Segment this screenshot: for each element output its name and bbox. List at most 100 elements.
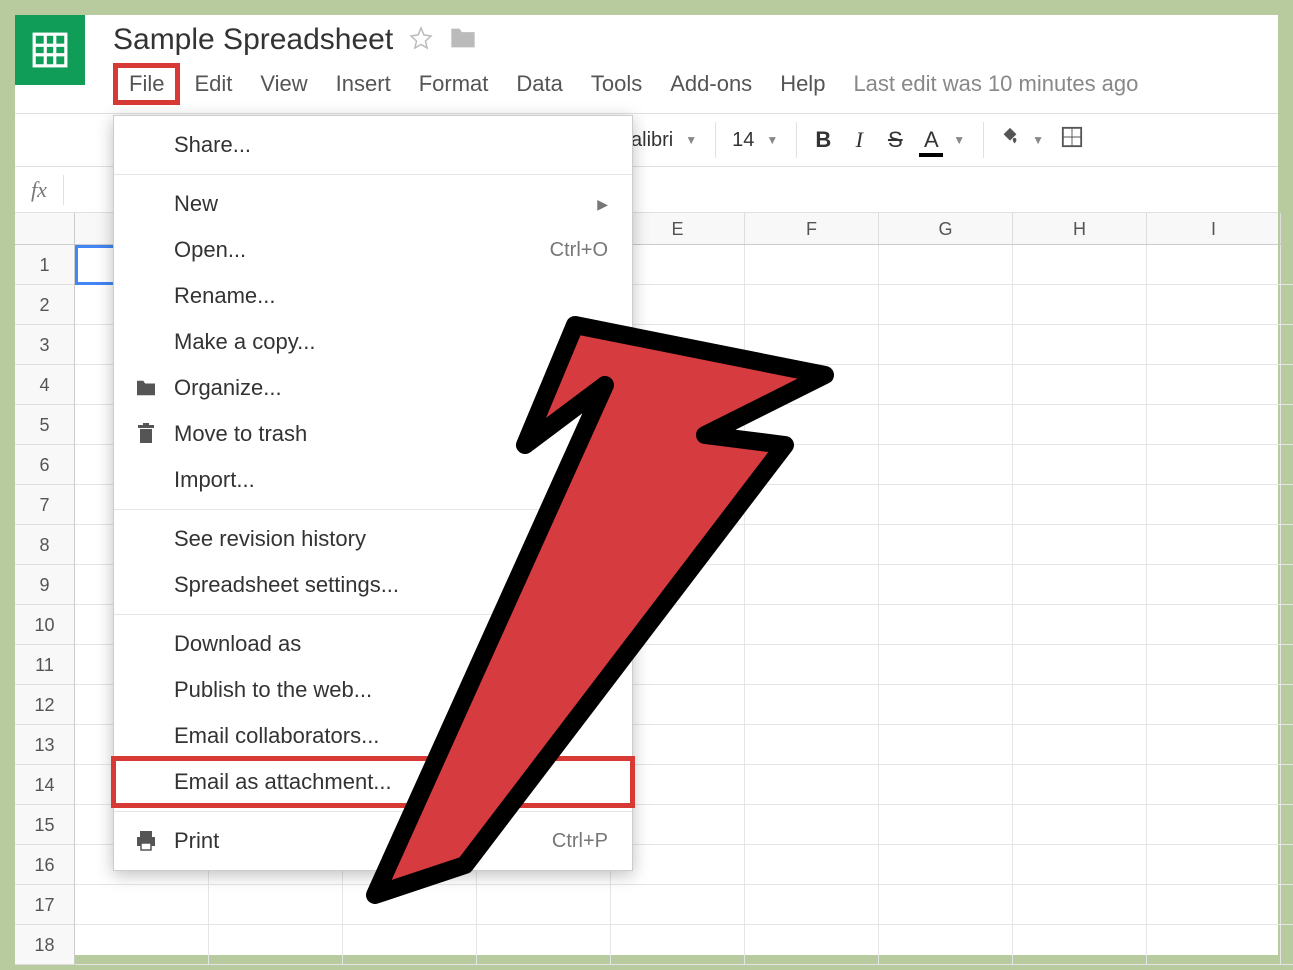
cell[interactable] — [879, 285, 1013, 325]
cell[interactable] — [745, 525, 879, 565]
menu-data[interactable]: Data — [502, 65, 576, 103]
cell[interactable] — [1147, 365, 1281, 405]
cell[interactable] — [879, 445, 1013, 485]
menu-make-copy[interactable]: Make a copy... — [114, 319, 632, 365]
cell[interactable] — [1013, 805, 1147, 845]
chevron-down-icon[interactable]: ▼ — [766, 133, 778, 147]
cell[interactable] — [1147, 605, 1281, 645]
column-header[interactable]: G — [879, 213, 1013, 244]
cell[interactable] — [1281, 405, 1293, 445]
row-header[interactable]: 12 — [15, 685, 74, 725]
row-header[interactable]: 6 — [15, 445, 74, 485]
cell[interactable] — [879, 565, 1013, 605]
row-header[interactable]: 10 — [15, 605, 74, 645]
cell[interactable] — [745, 925, 879, 965]
cell[interactable] — [1147, 765, 1281, 805]
menu-spreadsheet-settings[interactable]: Spreadsheet settings... — [114, 562, 632, 608]
cell[interactable] — [1013, 405, 1147, 445]
menu-import[interactable]: Import... — [114, 457, 632, 503]
row-header[interactable]: 16 — [15, 845, 74, 885]
select-all-corner[interactable] — [15, 213, 75, 245]
cell[interactable] — [1281, 605, 1293, 645]
cell[interactable] — [1281, 765, 1293, 805]
cell[interactable] — [1147, 645, 1281, 685]
cell[interactable] — [1147, 405, 1281, 445]
menu-help[interactable]: Help — [766, 65, 839, 103]
cell[interactable] — [1281, 685, 1293, 725]
row-header[interactable]: 15 — [15, 805, 74, 845]
cell[interactable] — [1281, 285, 1293, 325]
cell[interactable] — [745, 405, 879, 445]
cell[interactable] — [1281, 485, 1293, 525]
cell[interactable] — [1013, 285, 1147, 325]
cell[interactable] — [1013, 365, 1147, 405]
cell[interactable] — [879, 845, 1013, 885]
cell[interactable] — [1281, 525, 1293, 565]
menu-email-attachment[interactable]: Email as attachment... — [114, 759, 632, 805]
cell[interactable] — [1147, 325, 1281, 365]
menu-revision-history[interactable]: See revision historyCtrl+Alt — [114, 516, 632, 562]
column-header[interactable]: I — [1147, 213, 1281, 244]
cell[interactable] — [745, 645, 879, 685]
row-header[interactable]: 18 — [15, 925, 74, 965]
cell[interactable] — [745, 285, 879, 325]
cell[interactable] — [209, 885, 343, 925]
chevron-down-icon[interactable]: ▼ — [953, 133, 965, 147]
cell[interactable] — [1013, 645, 1147, 685]
cell[interactable] — [1281, 725, 1293, 765]
font-size-select[interactable]: 14 — [724, 129, 762, 152]
cell[interactable] — [343, 885, 477, 925]
menu-edit[interactable]: Edit — [180, 65, 246, 103]
cell[interactable] — [75, 925, 209, 965]
menu-tools[interactable]: Tools — [577, 65, 656, 103]
cell[interactable] — [879, 525, 1013, 565]
row-header[interactable]: 3 — [15, 325, 74, 365]
cell[interactable] — [611, 885, 745, 925]
column-header[interactable]: F — [745, 213, 879, 244]
cell[interactable] — [745, 685, 879, 725]
cell[interactable] — [879, 805, 1013, 845]
cell[interactable] — [745, 445, 879, 485]
star-icon[interactable] — [409, 26, 433, 55]
cell[interactable] — [1281, 885, 1293, 925]
menu-view[interactable]: View — [246, 65, 321, 103]
cell[interactable] — [1013, 685, 1147, 725]
cell[interactable] — [1281, 365, 1293, 405]
menu-publish-web[interactable]: Publish to the web... — [114, 667, 632, 713]
cell[interactable] — [1013, 885, 1147, 925]
cell[interactable] — [879, 885, 1013, 925]
column-header[interactable]: H — [1013, 213, 1147, 244]
bold-button[interactable]: B — [805, 127, 841, 153]
row-header[interactable]: 14 — [15, 765, 74, 805]
cell[interactable] — [745, 885, 879, 925]
document-title[interactable]: Sample Spreadsheet — [113, 23, 393, 57]
cell[interactable] — [745, 605, 879, 645]
cell[interactable] — [879, 325, 1013, 365]
row-header[interactable]: 4 — [15, 365, 74, 405]
row-header[interactable]: 11 — [15, 645, 74, 685]
cell[interactable] — [1013, 605, 1147, 645]
cell[interactable] — [879, 765, 1013, 805]
cell[interactable] — [745, 485, 879, 525]
cell[interactable] — [745, 565, 879, 605]
row-header[interactable]: 17 — [15, 885, 74, 925]
cell[interactable] — [75, 885, 209, 925]
cell[interactable] — [745, 845, 879, 885]
cell[interactable] — [745, 725, 879, 765]
folder-icon[interactable] — [449, 26, 477, 55]
row-header[interactable]: 5 — [15, 405, 74, 445]
cell[interactable] — [1281, 925, 1293, 965]
cell[interactable] — [1147, 245, 1281, 285]
cell[interactable] — [1281, 805, 1293, 845]
menu-rename[interactable]: Rename... — [114, 273, 632, 319]
row-header[interactable]: 7 — [15, 485, 74, 525]
cell[interactable] — [1013, 445, 1147, 485]
cell[interactable] — [1013, 765, 1147, 805]
cell[interactable] — [879, 925, 1013, 965]
menu-open[interactable]: Open...Ctrl+O — [114, 227, 632, 273]
cell[interactable] — [1281, 325, 1293, 365]
cell[interactable] — [879, 245, 1013, 285]
cell[interactable] — [1281, 565, 1293, 605]
cell[interactable] — [1013, 565, 1147, 605]
cell[interactable] — [1281, 445, 1293, 485]
